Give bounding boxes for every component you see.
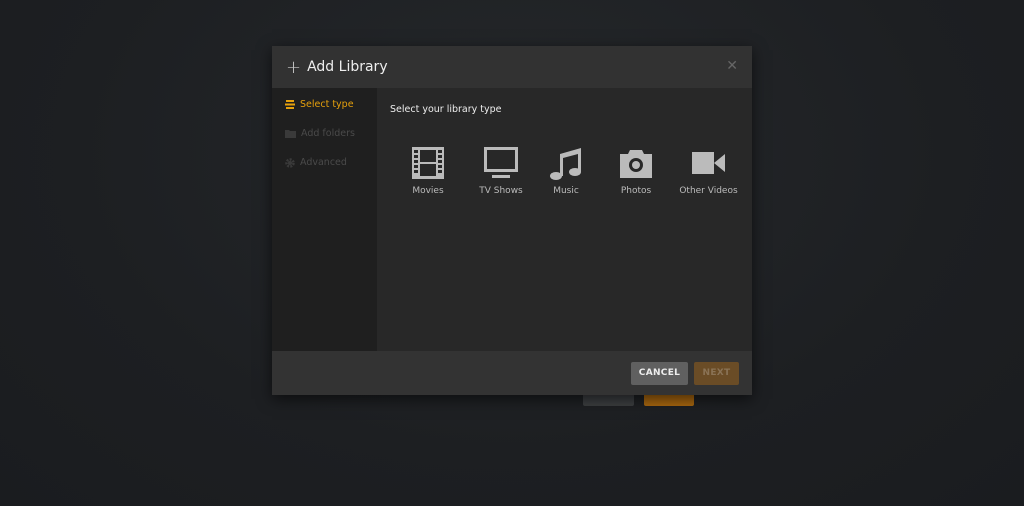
library-type-list: Movies TV Shows Music Photos Other Video… <box>403 146 746 196</box>
sidebar-item-label: Add folders <box>301 128 355 139</box>
sidebar: Select type Add folders Advanced <box>272 88 377 351</box>
sidebar-item-label: Select type <box>300 99 354 110</box>
video-camera-icon <box>691 152 725 174</box>
film-icon <box>412 147 444 179</box>
gear-icon <box>285 157 295 168</box>
close-icon[interactable]: ✕ <box>726 58 738 74</box>
type-label: Other Videos <box>679 186 738 196</box>
prompt-text: Select your library type <box>390 104 502 115</box>
next-button[interactable]: NEXT <box>694 361 739 385</box>
type-tv-shows[interactable]: TV Shows <box>461 146 541 196</box>
type-movies[interactable]: Movies <box>403 146 453 196</box>
plus-icon: + <box>286 56 302 78</box>
sidebar-item-label: Advanced <box>300 157 347 168</box>
dialog-title: Add Library <box>307 59 388 75</box>
stack-icon <box>285 100 295 109</box>
dialog-footer: CANCEL NEXT <box>272 351 752 395</box>
sidebar-item-select-type[interactable]: Select type <box>272 90 377 119</box>
type-photos[interactable]: Photos <box>601 146 671 196</box>
camera-icon <box>620 150 652 178</box>
add-library-dialog: + Add Library ✕ Select type Add folders … <box>272 46 752 395</box>
folder-icon <box>285 130 296 138</box>
type-label: Movies <box>412 186 444 196</box>
dialog-header: + Add Library <box>272 46 752 88</box>
content-area: Select your library type Movies TV Shows… <box>377 88 752 351</box>
tv-icon <box>484 147 518 178</box>
sidebar-item-add-folders[interactable]: Add folders <box>272 119 377 148</box>
type-label: TV Shows <box>479 186 523 196</box>
sidebar-item-advanced[interactable]: Advanced <box>272 148 377 177</box>
type-label: Music <box>553 186 579 196</box>
music-note-icon <box>550 148 581 180</box>
type-music[interactable]: Music <box>541 146 591 196</box>
type-other-videos[interactable]: Other Videos <box>671 146 746 196</box>
cancel-button[interactable]: CANCEL <box>631 361 688 385</box>
type-label: Photos <box>620 186 652 196</box>
